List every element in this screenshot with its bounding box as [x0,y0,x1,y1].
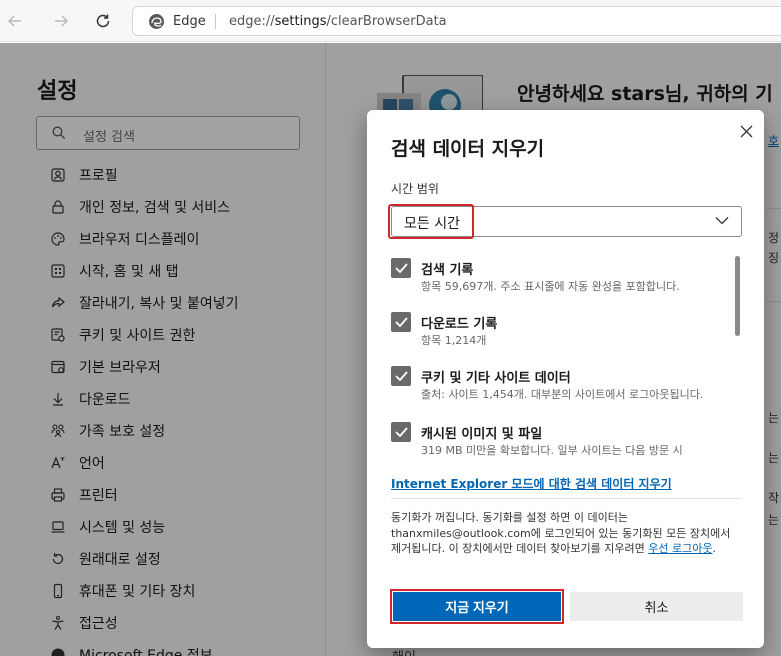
sync-notice: 동기화가 꺼집니다. 동기화를 설정 하면 이 데이터는 thanxmiles@… [391,510,743,557]
checkbox-title: 다운로드 기록 [421,317,498,332]
data-types-list: 검색 기록 항목 59,697개. 주소 표시줄에 자동 완성을 포함합니다. … [367,250,764,470]
back-button[interactable] [2,8,28,34]
forward-arrow-icon [55,15,68,27]
sync-notice-end: . [712,542,716,555]
check-icon [394,263,408,273]
checkbox-description: 항목 1,214개 [421,334,487,347]
check-icon [394,427,408,437]
cancel-button[interactable]: 취소 [570,592,743,621]
sign-out-link[interactable]: 우선 로그아웃 [648,542,712,555]
checkbox-description: 출처: 사이트 1,454개. 대부분의 사이트에서 로그아웃됩니다. [421,388,704,401]
ie-mode-clear-link[interactable]: Internet Explorer 모드에 대한 검색 데이터 지우기 [391,475,672,492]
checkbox[interactable] [391,312,411,332]
checkbox-description: 319 MB 미만을 확보합니다. 일부 사이트는 다음 방문 시 [421,444,683,457]
url-text: edge://settings/clearBrowserData [229,14,447,29]
app-name: Edge [173,14,206,29]
checkbox[interactable] [391,258,411,278]
url-path: /clearBrowserData [326,14,447,29]
refresh-icon [96,14,110,28]
address-divider [215,14,216,29]
checkbox[interactable] [391,366,411,386]
check-icon [394,317,408,327]
checkbox[interactable] [391,422,411,442]
edge-logo-icon [149,14,164,29]
url-scheme: edge:// [229,14,275,29]
forward-button[interactable] [48,8,74,34]
back-arrow-icon [8,15,21,27]
checkbox-description: 항목 59,697개. 주소 표시줄에 자동 완성을 포함합니다. [421,280,680,293]
browser-toolbar: Edge edge://settings/clearBrowserData [0,0,781,42]
highlight-box [388,204,474,239]
highlight-box [390,589,564,624]
list-scrollbar[interactable] [735,256,740,336]
dialog-title: 검색 데이터 지우기 [391,138,545,160]
checkbox-title: 캐시된 이미지 및 파일 [421,427,543,442]
time-range-label: 시간 범위 [391,182,439,196]
checkbox-title: 쿠키 및 기타 사이트 데이터 [421,371,571,386]
close-button[interactable] [737,122,755,140]
address-bar[interactable]: Edge edge://settings/clearBrowserData [132,6,781,36]
chevron-down-icon [715,217,729,225]
checkbox-title: 검색 기록 [421,263,474,278]
check-icon [394,371,408,381]
close-icon [740,125,752,137]
url-host: settings [274,14,327,29]
clear-browsing-data-dialog: 검색 데이터 지우기 시간 범위 모든 시간 검색 기록 항목 59,697개.… [367,110,764,648]
dialog-divider [391,498,742,499]
refresh-button[interactable] [90,8,116,34]
